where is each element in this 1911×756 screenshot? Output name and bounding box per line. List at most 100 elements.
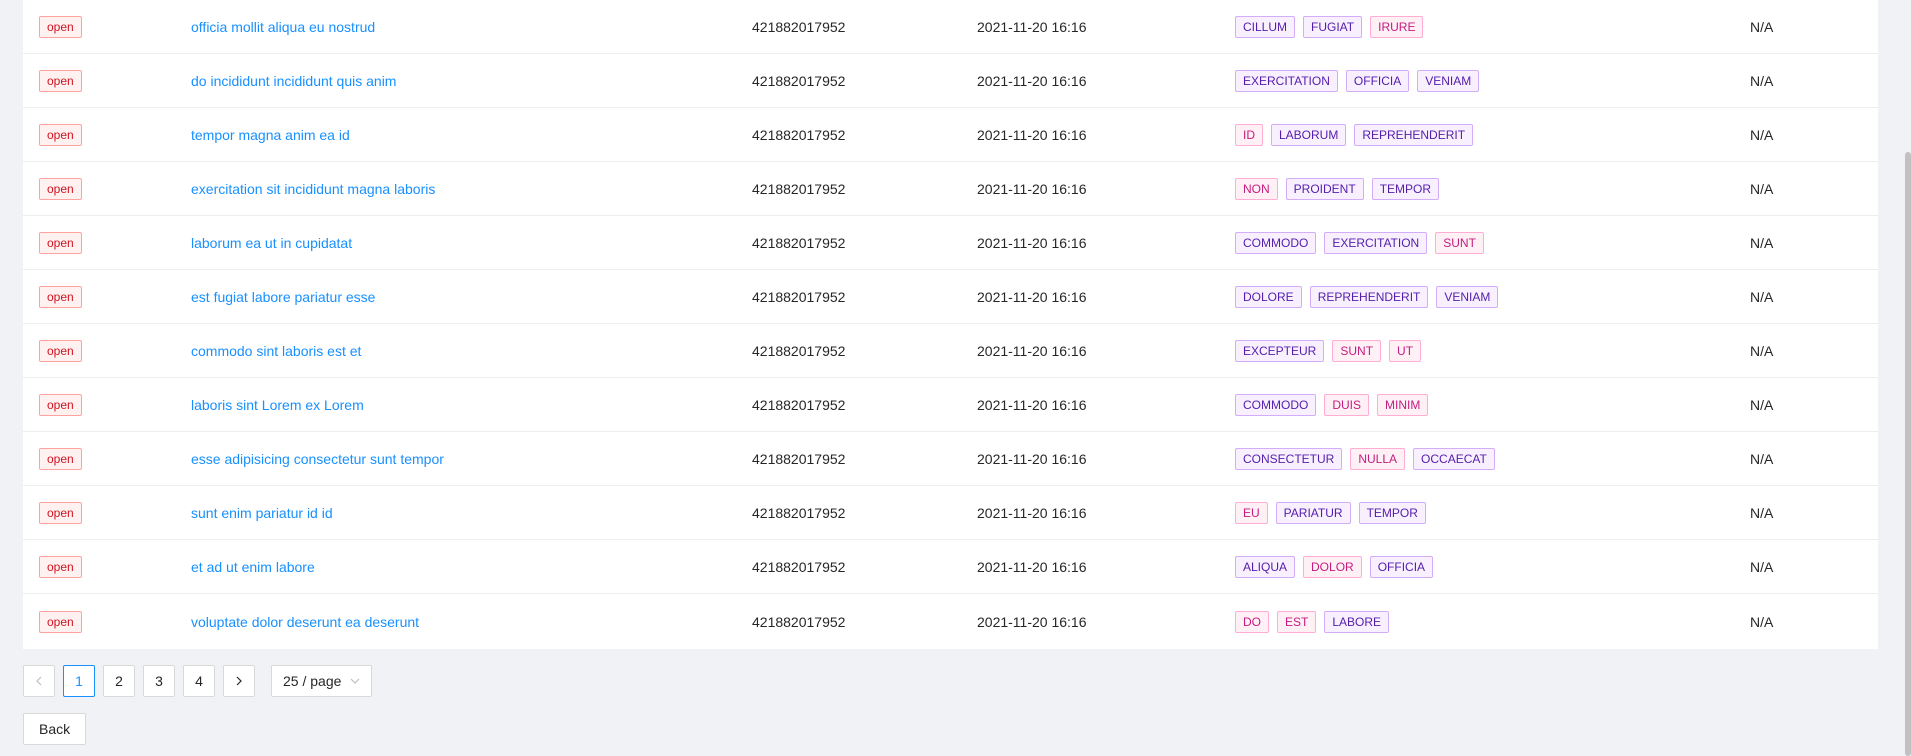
prev-page-button[interactable] [23,665,55,697]
date-cell: 2021-11-20 16:16 [977,234,1087,251]
table-row: open esse adipisicing consectetur sunt te… [23,432,1878,486]
issue-title-link[interactable]: tempor magna anim ea id [191,127,350,143]
issue-title-link[interactable]: officia mollit aliqua eu nostrud [191,19,375,35]
tags-cell: EXERCITATION OFFICIA VENIAM [1235,54,1487,107]
tags-cell: COMMODO EXERCITATION SUNT [1235,216,1492,269]
label-tag: CILLUM [1235,15,1296,38]
table-row: open sunt enim pariatur id id 421882017952… [23,486,1878,540]
issue-title-link[interactable]: commodo sint laboris est et [191,343,361,359]
id-number-cell: 421882017952 [752,126,846,143]
value-cell: N/A [1750,18,1774,35]
tags-cell: ID LABORUM REPREHENDERIT [1235,108,1481,161]
title-cell: officia mollit aliqua eu nostrud [191,0,375,53]
status-cell: open [39,270,82,323]
id-number-cell: 421882017952 [752,396,846,413]
scrollbar[interactable] [1905,0,1911,756]
label-tag: UT [1389,339,1422,362]
id-number-cell: 421882017952 [752,180,846,197]
label-tag: CONSECTETUR [1235,447,1343,470]
tags-cell: DO EST LABORE [1235,594,1397,649]
status-cell: open [39,378,82,431]
issues-table: open officia mollit aliqua eu nostrud 4218… [23,0,1878,649]
value-cell: N/A [1750,180,1774,197]
issue-title-link[interactable]: voluptate dolor deserunt ea deserunt [191,614,419,630]
tags-cell: ALIQUA DOLOR OFFICIA [1235,540,1441,593]
page-3-button[interactable]: 3 [143,665,175,697]
tags-cell: EXCEPTEUR SUNT UT [1235,324,1429,377]
date-cell: 2021-11-20 16:16 [977,72,1087,89]
scrollbar-thumb[interactable] [1905,152,1911,756]
status-badge: open [39,285,82,308]
title-cell: laborum ea ut in cupidatat [191,216,352,269]
table-row: open officia mollit aliqua eu nostrud 4218… [23,0,1878,54]
value-cell: N/A [1750,558,1774,575]
status-cell: open [39,486,82,539]
title-cell: exercitation sit incididunt magna labori… [191,162,435,215]
id-number-cell: 421882017952 [752,504,846,521]
page-4-button[interactable]: 4 [183,665,215,697]
issue-title-link[interactable]: laboris sint Lorem ex Lorem [191,397,364,413]
id-number-cell: 421882017952 [752,288,846,305]
tags-cell: COMMODO DUIS MINIM [1235,378,1436,431]
status-cell: open [39,594,82,649]
status-cell: open [39,108,82,161]
label-tag: ID [1235,123,1263,146]
date-cell: 2021-11-20 16:16 [977,126,1087,143]
label-tag: PARIATUR [1275,501,1351,524]
id-number-cell: 421882017952 [752,450,846,467]
issue-title-link[interactable]: et ad ut enim labore [191,559,315,575]
table-row: open commodo sint laboris est et 421882017… [23,324,1878,378]
value-cell: N/A [1750,234,1774,251]
page-1-button[interactable]: 1 [63,665,95,697]
title-cell: voluptate dolor deserunt ea deserunt [191,594,419,649]
tags-cell: CONSECTETUR NULLA OCCAECAT [1235,432,1503,485]
issue-title-link[interactable]: do incididunt incididunt quis anim [191,73,396,89]
label-tag: SUNT [1435,231,1484,254]
id-number-cell: 421882017952 [752,234,846,251]
issue-title-link[interactable]: est fugiat labore pariatur esse [191,289,375,305]
page-2-button[interactable]: 2 [103,665,135,697]
issue-title-link[interactable]: exercitation sit incididunt magna labori… [191,181,435,197]
label-tag: FUGIAT [1303,15,1363,38]
date-cell: 2021-11-20 16:16 [977,180,1087,197]
label-tag: NULLA [1350,447,1406,470]
date-cell: 2021-11-20 16:16 [977,504,1087,521]
label-tag: DOLOR [1303,555,1362,578]
status-cell: open [39,216,82,269]
pagination: 1234 25 / page [23,665,373,697]
label-tag: EXERCITATION [1324,231,1428,254]
label-tag: OCCAECAT [1413,447,1495,470]
value-cell: N/A [1750,72,1774,89]
value-cell: N/A [1750,613,1774,630]
date-cell: 2021-11-20 16:16 [977,342,1087,359]
value-cell: N/A [1750,396,1774,413]
label-tag: TEMPOR [1371,177,1440,200]
label-tag: TEMPOR [1358,501,1426,524]
value-cell: N/A [1750,342,1774,359]
label-tag: REPREHENDERIT [1309,285,1429,308]
label-tag: VENIAM [1417,69,1480,92]
issue-title-link[interactable]: sunt enim pariatur id id [191,505,333,521]
title-cell: tempor magna anim ea id [191,108,350,161]
id-number-cell: 421882017952 [752,613,846,630]
label-tag: PROIDENT [1285,177,1364,200]
title-cell: do incididunt incididunt quis anim [191,54,396,107]
table-row: open laboris sint Lorem ex Lorem 421882017… [23,378,1878,432]
page-size-select[interactable]: 25 / page [271,665,373,697]
status-badge: open [39,447,82,470]
table-row: open laborum ea ut in cupidatat 4218820179… [23,216,1878,270]
date-cell: 2021-11-20 16:16 [977,558,1087,575]
next-page-button[interactable] [223,665,255,697]
status-badge: open [39,177,82,200]
label-tag: EXERCITATION [1235,69,1338,92]
title-cell: sunt enim pariatur id id [191,486,333,539]
issue-title-link[interactable]: esse adipisicing consectetur sunt tempor [191,451,444,467]
label-tag: IRURE [1370,15,1424,38]
status-cell: open [39,540,82,593]
label-tag: SUNT [1332,339,1382,362]
id-number-cell: 421882017952 [752,18,846,35]
date-cell: 2021-11-20 16:16 [977,288,1087,305]
issue-title-link[interactable]: laborum ea ut in cupidatat [191,235,352,251]
back-button[interactable]: Back [23,713,87,745]
label-tag: EST [1277,610,1317,633]
